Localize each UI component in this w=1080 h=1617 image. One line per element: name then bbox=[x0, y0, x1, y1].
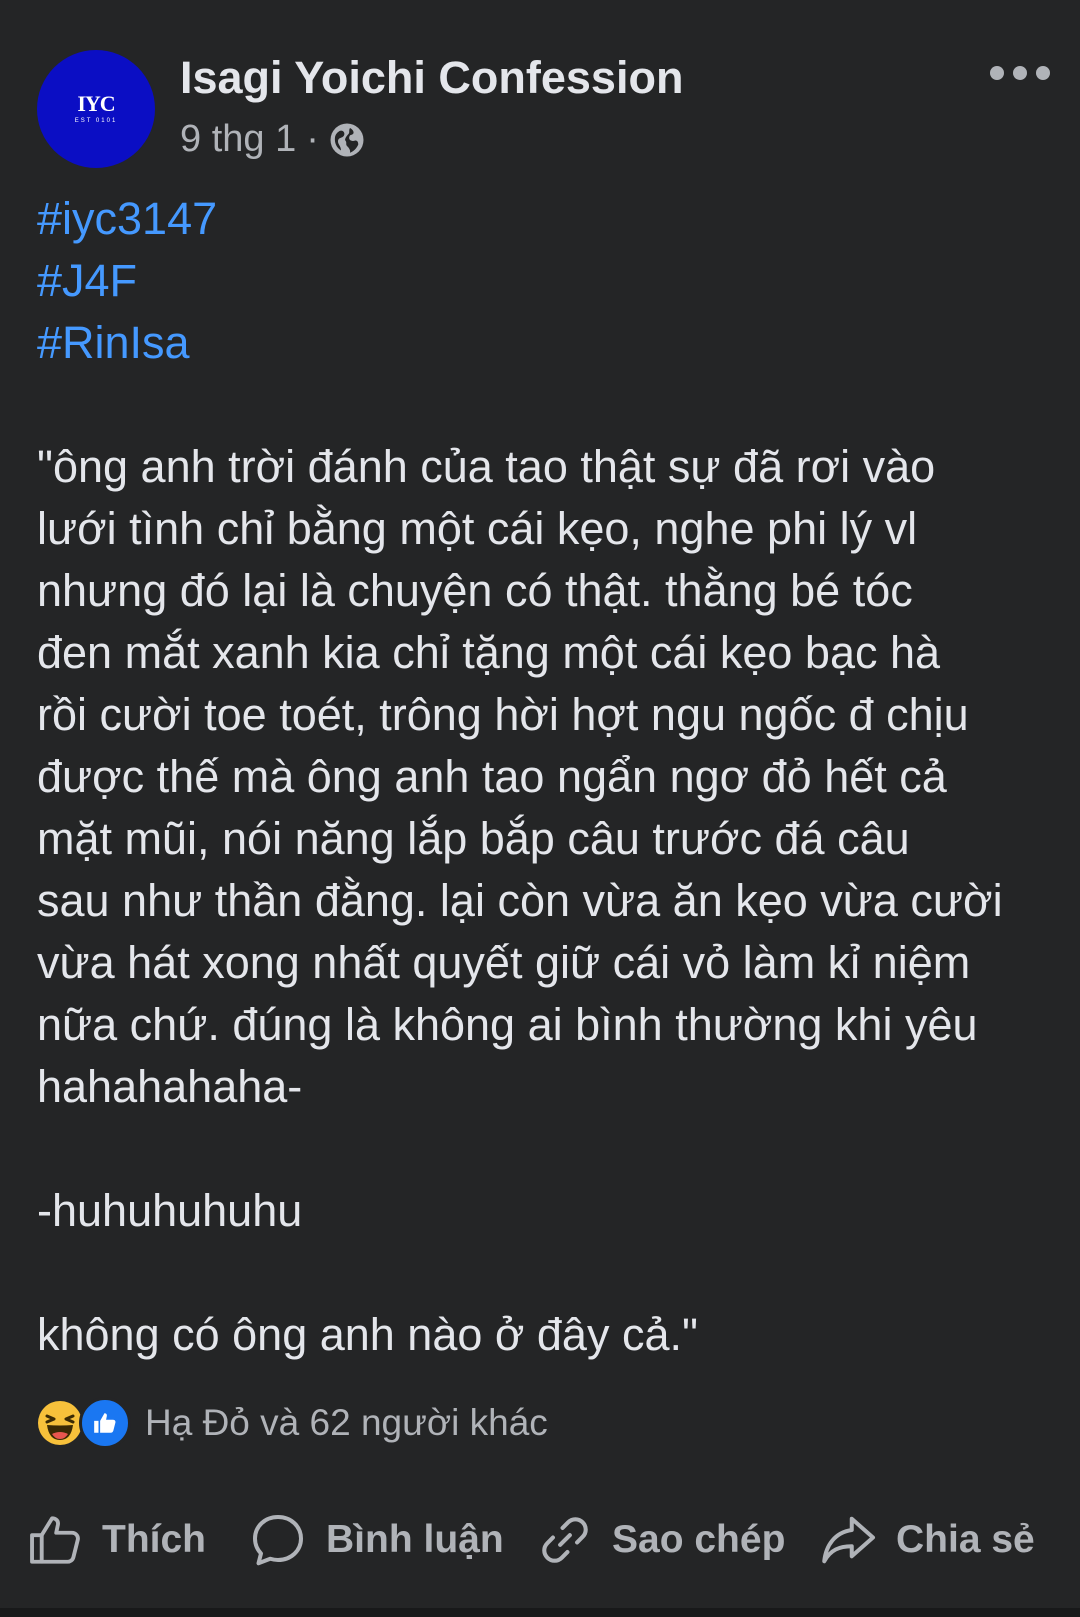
post-header: IYC EST 0101 Isagi Yoichi Confession 9 t… bbox=[0, 0, 1080, 180]
post-text-line: sau như thần đằng. lại còn vừa ăn kẹo vừ… bbox=[37, 875, 1003, 926]
post-text-paragraph-2: -huhuhuhuhu bbox=[37, 1185, 303, 1236]
hashtag-link[interactable]: #J4F bbox=[37, 250, 1047, 312]
like-button[interactable]: Thích bbox=[26, 1500, 206, 1580]
post-text-line: được thế mà ông anh tao ngẩn ngơ đỏ hết … bbox=[37, 751, 947, 802]
post-text-paragraph-3: không có ông anh nào ở đây cả." bbox=[37, 1309, 698, 1360]
copy-link-button[interactable]: Sao chép bbox=[536, 1500, 785, 1580]
page-avatar[interactable]: IYC EST 0101 bbox=[37, 50, 155, 168]
share-button[interactable]: Chia sẻ bbox=[818, 1500, 1035, 1580]
more-dot bbox=[1013, 66, 1027, 80]
avatar-logo-subtext: EST 0101 bbox=[74, 118, 118, 124]
post-text-line: rồi cười toe toét, trông hời hợt ngu ngố… bbox=[37, 689, 969, 740]
haha-reaction-icon bbox=[37, 1400, 83, 1446]
post-meta: 9 thg 1 · bbox=[180, 118, 365, 161]
like-reaction-icon bbox=[79, 1397, 131, 1449]
avatar-logo-text: IYC bbox=[77, 91, 115, 116]
more-dot bbox=[1036, 66, 1050, 80]
post-text-line: đen mắt xanh kia chỉ tặng một cái kẹo bạ… bbox=[37, 627, 941, 678]
post-text-line: "ông anh trời đánh của tao thật sự đã rơ… bbox=[37, 441, 936, 492]
meta-separator: · bbox=[306, 118, 319, 160]
post-action-bar: Thích Bình luận Sao chép Chia sẻ bbox=[0, 1500, 1080, 1580]
share-icon bbox=[818, 1510, 878, 1570]
feed-separator bbox=[0, 1608, 1080, 1617]
page-name[interactable]: Isagi Yoichi Confession bbox=[180, 52, 683, 104]
post-body: #iyc3147 #J4F #RinIsa "ông anh trời đánh… bbox=[37, 188, 1047, 1366]
post-text-line: vừa hát xong nhất quyết giữ cái vỏ làm k… bbox=[37, 937, 971, 988]
more-options-button[interactable] bbox=[990, 58, 1050, 88]
post-text-line: hahahahaha- bbox=[37, 1061, 303, 1112]
post-text-line: lưới tình chỉ bằng một cái kẹo, nghe phi… bbox=[37, 503, 918, 554]
comment-label: Bình luận bbox=[326, 1518, 504, 1561]
copy-label: Sao chép bbox=[612, 1518, 786, 1561]
post-text-line: nhưng đó lại là chuyện có thật. thằng bé… bbox=[37, 565, 913, 616]
hashtag-link[interactable]: #RinIsa bbox=[37, 312, 1047, 374]
hashtag-link[interactable]: #iyc3147 bbox=[37, 188, 1047, 250]
globe-icon[interactable] bbox=[329, 122, 365, 158]
post-text-paragraph-1: "ông anh trời đánh của tao thật sự đã rơ… bbox=[37, 436, 1047, 1118]
link-icon bbox=[536, 1511, 594, 1569]
comment-button[interactable]: Bình luận bbox=[248, 1500, 504, 1580]
reactions-summary[interactable]: Hạ Đỏ và 62 người khác bbox=[37, 1397, 548, 1449]
post-text-line: nữa chứ. đúng là không ai bình thường kh… bbox=[37, 999, 978, 1050]
more-dot bbox=[990, 66, 1004, 80]
post-text-line: mặt mũi, nói năng lắp bắp câu trước đá c… bbox=[37, 813, 910, 864]
comment-icon bbox=[248, 1510, 308, 1570]
reaction-count-text: Hạ Đỏ và 62 người khác bbox=[145, 1402, 548, 1443]
post-date[interactable]: 9 thg 1 bbox=[180, 118, 296, 161]
like-label: Thích bbox=[102, 1518, 206, 1561]
share-label: Chia sẻ bbox=[896, 1518, 1035, 1561]
like-icon bbox=[26, 1511, 84, 1569]
